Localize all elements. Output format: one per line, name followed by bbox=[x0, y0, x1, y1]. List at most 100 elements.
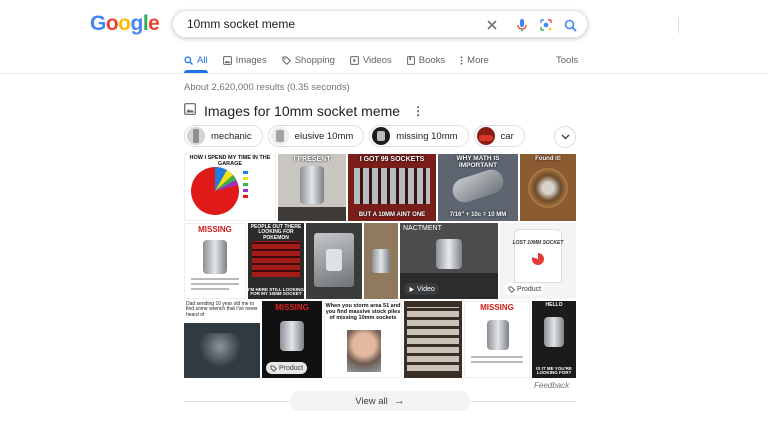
socket-graphic bbox=[326, 249, 342, 271]
image-result[interactable] bbox=[404, 301, 462, 378]
chip-missing-10mm[interactable]: missing 10mm bbox=[369, 125, 469, 147]
image-result[interactable]: Dad sending 10 year old me to find some … bbox=[184, 301, 260, 378]
more-options-icon[interactable]: ⋮ bbox=[412, 104, 424, 118]
tab-images[interactable]: Images bbox=[222, 53, 267, 67]
image-result[interactable]: I PRESENT bbox=[278, 154, 346, 221]
image-caption: I GOT 99 SOCKETS bbox=[359, 156, 425, 163]
logo-letter: o bbox=[105, 12, 119, 35]
socket-graphic bbox=[280, 321, 304, 351]
image-result[interactable]: HOW I SPEND MY TIME IN THE GARAGE bbox=[184, 154, 276, 221]
search-icon[interactable] bbox=[561, 16, 579, 34]
image-result[interactable]: When you storm area 51 and you find mass… bbox=[324, 301, 402, 378]
search-tabs: All Images Shopping Videos Books More bbox=[184, 53, 504, 73]
product-badge: Product bbox=[266, 362, 308, 374]
expand-chips-button[interactable] bbox=[554, 126, 576, 148]
movie-scene-graphic bbox=[198, 333, 242, 367]
google-logo[interactable]: Google bbox=[90, 12, 160, 36]
image-icon bbox=[184, 102, 196, 120]
image-result[interactable] bbox=[364, 223, 398, 299]
image-result[interactable] bbox=[306, 223, 362, 299]
chip-label: mechanic bbox=[211, 130, 252, 142]
images-section-heading: Images for 10mm socket meme ⋮ bbox=[184, 101, 424, 121]
image-result[interactable]: MISSING bbox=[184, 223, 246, 299]
tools-button[interactable]: Tools bbox=[556, 55, 578, 66]
search-icon bbox=[184, 55, 193, 65]
chip-thumbnail bbox=[372, 127, 391, 145]
chip-thumbnail bbox=[187, 127, 205, 145]
book-icon bbox=[406, 55, 415, 65]
image-caption: MISSING bbox=[275, 303, 309, 312]
image-caption: 7/16" + 10c = 10 MM bbox=[449, 211, 507, 218]
image-result[interactable]: HELLO IS IT ME YOU'RE LOOKING FOR? bbox=[532, 301, 576, 378]
chip-label: missing 10mm bbox=[396, 130, 458, 142]
tab-shopping[interactable]: Shopping bbox=[282, 53, 335, 67]
image-caption: MISSING bbox=[480, 303, 514, 312]
person-graphic bbox=[347, 330, 381, 372]
image-result[interactable]: PEOPLE OUT THERE LOOKING FOR POKEMON I'M… bbox=[248, 223, 304, 299]
chip-thumbnail bbox=[270, 127, 289, 145]
tab-more[interactable]: More bbox=[460, 53, 489, 67]
image-caption: Dad sending 10 year old me to find some … bbox=[186, 301, 258, 318]
search-input[interactable]: 10mm socket meme bbox=[187, 17, 295, 31]
toolbox-graphic bbox=[252, 241, 300, 277]
tab-label: Images bbox=[235, 54, 267, 66]
socket-graphic bbox=[372, 249, 390, 273]
image-result[interactable]: LOST 10MM SOCKET Product bbox=[500, 223, 576, 299]
arrow-right-icon: → bbox=[393, 395, 405, 407]
header: Google 10mm socket meme All Images Shopp… bbox=[0, 0, 768, 74]
product-badge: Product bbox=[504, 283, 546, 295]
image-caption: I PRESENT bbox=[293, 156, 331, 163]
tab-label: Books bbox=[418, 54, 446, 66]
image-result[interactable]: MISSING Product bbox=[262, 301, 322, 378]
logo-letter: G bbox=[90, 12, 106, 35]
badge-label: Product bbox=[517, 285, 542, 293]
images-section-title[interactable]: Images for 10mm socket meme bbox=[204, 103, 400, 119]
image-result[interactable]: NACTMENT Video bbox=[400, 223, 498, 299]
play-icon bbox=[349, 55, 359, 65]
clear-icon[interactable] bbox=[483, 16, 501, 34]
tab-label: All bbox=[197, 54, 208, 66]
results-count: About 2,620,000 results (0.35 seconds) bbox=[184, 82, 350, 93]
socket-graphic bbox=[203, 240, 227, 274]
camera-lens-icon[interactable] bbox=[537, 16, 555, 34]
image-icon bbox=[222, 55, 232, 65]
view-all-button[interactable]: View all → bbox=[290, 391, 470, 411]
image-results-grid: HOW I SPEND MY TIME IN THE GARAGE I PRES… bbox=[184, 154, 576, 380]
socket-graphic bbox=[300, 166, 324, 204]
logo-letter: e bbox=[148, 12, 160, 35]
image-caption: Found it! bbox=[535, 156, 561, 162]
socket-set-graphic bbox=[407, 307, 459, 371]
tab-label: Videos bbox=[362, 54, 392, 66]
search-box[interactable]: 10mm socket meme bbox=[172, 10, 679, 38]
wrench-graphic bbox=[449, 166, 507, 206]
tab-books[interactable]: Books bbox=[406, 53, 446, 67]
chevron-down-icon bbox=[561, 134, 569, 140]
image-caption: LOST 10MM SOCKET bbox=[512, 240, 564, 246]
image-caption: HELLO bbox=[545, 302, 563, 308]
tab-label: More bbox=[467, 54, 489, 66]
image-result[interactable]: WHY MATH IS IMPORTANT 7/16" + 10c = 10 M… bbox=[438, 154, 518, 221]
feedback-link[interactable]: Feedback bbox=[534, 381, 569, 390]
tag-icon bbox=[282, 56, 291, 65]
more-vert-icon bbox=[460, 55, 463, 65]
image-result[interactable]: I GOT 99 SOCKETS BUT A 10MM AINT ONE bbox=[348, 154, 436, 221]
image-result[interactable]: Found it! bbox=[520, 154, 576, 221]
refinement-chips: mechanic elusive 10mm missing 10mm car bbox=[184, 125, 530, 147]
badge-label: Video bbox=[417, 285, 435, 293]
pie-chart-graphic bbox=[191, 166, 239, 215]
image-caption: When you storm area 51 and you find mass… bbox=[325, 303, 401, 321]
chip-thumbnail bbox=[476, 127, 495, 145]
microphone-icon[interactable] bbox=[513, 16, 531, 34]
tab-videos[interactable]: Videos bbox=[349, 53, 392, 67]
image-caption: PEOPLE OUT THERE LOOKING FOR POKEMON bbox=[250, 224, 302, 241]
pie-chart-graphic bbox=[532, 253, 544, 265]
chip-car[interactable]: car bbox=[473, 125, 525, 147]
tab-all[interactable]: All bbox=[184, 53, 208, 73]
view-all-label: View all bbox=[355, 395, 388, 407]
chip-mechanic[interactable]: mechanic bbox=[184, 125, 263, 147]
image-result[interactable]: MISSING bbox=[464, 301, 530, 378]
video-badge: Video bbox=[404, 283, 439, 295]
play-icon bbox=[409, 286, 414, 292]
chip-elusive-10mm[interactable]: elusive 10mm bbox=[267, 125, 365, 147]
search-divider bbox=[678, 17, 679, 33]
